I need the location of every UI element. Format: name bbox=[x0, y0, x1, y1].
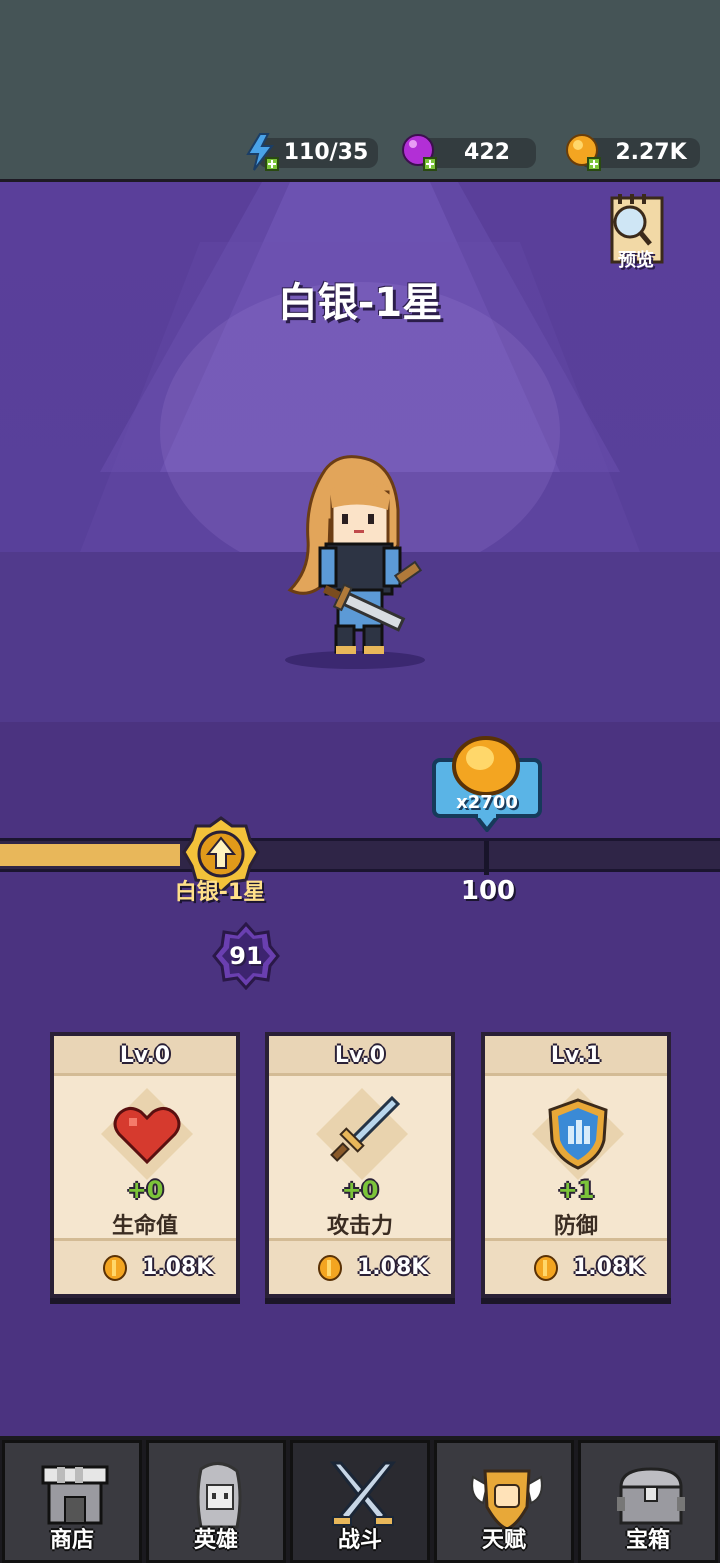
card-stat-name: 攻击力 bbox=[326, 1214, 393, 1239]
nav-label: 商店 bbox=[49, 1528, 94, 1553]
nav-label: 英雄 bbox=[193, 1528, 238, 1553]
lightning-plus-icon bbox=[246, 133, 279, 171]
upgrade-cost: 1.08K bbox=[357, 1255, 429, 1280]
gem-counter[interactable]: 422 bbox=[402, 134, 536, 171]
milestone-value: 100 bbox=[460, 876, 516, 906]
coin-icon bbox=[103, 1255, 127, 1281]
top-status-bar: 110/35 422 2.27K bbox=[0, 0, 720, 182]
upgrade-card-attack[interactable]: Lv.0 +0 攻击力 1.08K bbox=[265, 1032, 455, 1298]
upgrade-cost-button[interactable]: 1.08K bbox=[269, 1238, 451, 1294]
reward-amount: x2700 bbox=[456, 792, 518, 813]
gold-coin-icon bbox=[452, 736, 520, 796]
card-bonus: +0 bbox=[126, 1176, 164, 1204]
card-stat-name: 生命值 bbox=[111, 1214, 178, 1239]
rank-title: 白银-1星 bbox=[277, 280, 443, 326]
coin-value: 2.27K bbox=[615, 140, 687, 165]
nav-tab-battle[interactable]: 战斗 bbox=[290, 1440, 430, 1563]
bottom-navigation: 商店 英雄 战斗 天赋 宝箱 bbox=[0, 1436, 720, 1563]
nav-label: 战斗 bbox=[337, 1528, 382, 1553]
hero-character[interactable] bbox=[280, 450, 430, 670]
card-stat-name: 防御 bbox=[553, 1214, 598, 1239]
progress-tick bbox=[484, 841, 489, 875]
battle-stage: 白银-1星 预览 x2700 白银-1星 100 91 Lv.0 +0 生命值 … bbox=[0, 182, 720, 1436]
sword-icon bbox=[316, 1088, 408, 1180]
purple-gem-plus-icon bbox=[402, 134, 437, 171]
upgrade-cost: 1.08K bbox=[142, 1255, 214, 1280]
gold-coin-plus-icon bbox=[566, 134, 601, 171]
milestone-reward[interactable]: x2700 bbox=[428, 732, 546, 834]
card-level: Lv.1 bbox=[485, 1036, 667, 1076]
energy-value: 110/35 bbox=[283, 140, 369, 165]
upgrade-card-defense[interactable]: Lv.1 +1 防御 1.08K bbox=[481, 1032, 671, 1298]
upgrade-cost-button[interactable]: 1.08K bbox=[485, 1238, 667, 1294]
player-level-badge: 91 bbox=[212, 921, 280, 991]
nav-label: 宝箱 bbox=[625, 1528, 670, 1553]
upgrade-cost-button[interactable]: 1.08K bbox=[54, 1238, 236, 1294]
gem-value: 422 bbox=[464, 140, 510, 165]
coin-icon bbox=[534, 1255, 558, 1281]
shield-icon bbox=[532, 1088, 624, 1180]
card-level: Lv.0 bbox=[269, 1036, 451, 1076]
coin-counter[interactable]: 2.27K bbox=[566, 134, 700, 171]
rank-progress-track bbox=[0, 838, 720, 875]
card-level: Lv.0 bbox=[54, 1036, 236, 1076]
current-rank-label: 白银-1星 bbox=[174, 880, 266, 905]
nav-tab-shop[interactable]: 商店 bbox=[2, 1440, 142, 1563]
nav-tab-talent[interactable]: 天赋 bbox=[434, 1440, 574, 1563]
energy-counter[interactable]: 110/35 bbox=[246, 133, 378, 171]
coin-icon bbox=[318, 1255, 342, 1281]
upgrade-card-hp[interactable]: Lv.0 +0 生命值 1.08K bbox=[50, 1032, 240, 1298]
preview-label: 预览 bbox=[618, 250, 654, 271]
card-bonus: +0 bbox=[341, 1176, 379, 1204]
card-bonus: +1 bbox=[557, 1176, 595, 1204]
upgrade-cost: 1.08K bbox=[573, 1255, 645, 1280]
nav-tab-hero[interactable]: 英雄 bbox=[146, 1440, 286, 1563]
preview-button[interactable]: 预览 bbox=[604, 192, 668, 274]
nav-tab-chest[interactable]: 宝箱 bbox=[578, 1440, 718, 1563]
rank-progress-fill bbox=[0, 844, 180, 866]
nav-label: 天赋 bbox=[481, 1528, 526, 1553]
player-level: 91 bbox=[229, 942, 263, 970]
heart-icon bbox=[101, 1088, 193, 1180]
